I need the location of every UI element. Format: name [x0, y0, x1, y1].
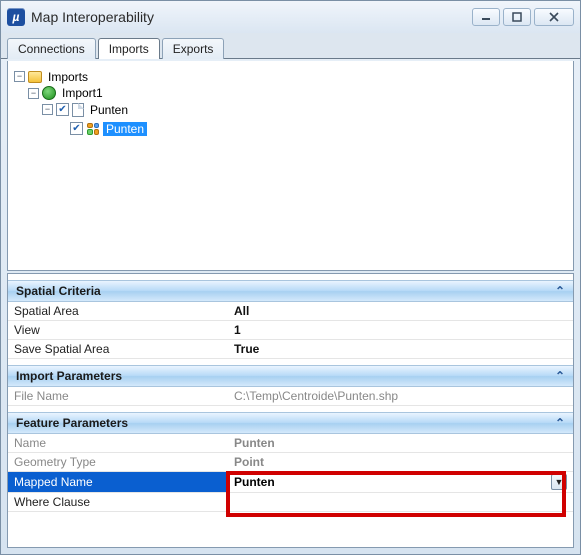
geometry-type-value: Point: [228, 453, 573, 472]
layer-checkbox[interactable]: [56, 103, 69, 116]
feature-name-value: Punten: [228, 434, 573, 453]
window-controls: [472, 8, 574, 26]
maximize-button[interactable]: [503, 8, 531, 26]
tree-layer[interactable]: − Punten: [42, 103, 131, 117]
panel-spatial-criteria-title: Spatial Criteria: [16, 284, 101, 298]
panel-spatial-criteria-header[interactable]: Spatial Criteria ⌃: [8, 280, 573, 302]
feature-params-table: Name Punten Geometry Type Point Mapped N…: [8, 434, 573, 512]
collapse-icon[interactable]: −: [28, 88, 39, 99]
row-save-spatial[interactable]: Save Spatial Area True: [8, 340, 573, 359]
tab-connections[interactable]: Connections: [7, 38, 96, 59]
feature-icon: [86, 122, 100, 136]
file-name-value: C:\Temp\Centroide\Punten.shp: [228, 387, 573, 406]
collapse-icon[interactable]: −: [14, 71, 25, 82]
mapped-name-value: Punten: [234, 475, 275, 489]
tree-sublayer[interactable]: Punten: [56, 122, 147, 136]
row-geometry-type[interactable]: Geometry Type Point: [8, 453, 573, 472]
row-feature-name[interactable]: Name Punten: [8, 434, 573, 453]
file-name-key: File Name: [8, 387, 228, 406]
mapped-name-dropdown-button[interactable]: ▼: [551, 474, 567, 490]
chevron-up-icon: ⌃: [555, 369, 565, 383]
row-where-clause[interactable]: Where Clause: [8, 493, 573, 512]
tree-sublayer-label: Punten: [103, 122, 147, 136]
page-icon: [72, 103, 84, 117]
tree-layer-label: Punten: [87, 103, 131, 117]
mapped-name-key: Mapped Name: [8, 472, 228, 493]
view-value[interactable]: 1: [228, 321, 573, 340]
row-mapped-name[interactable]: Mapped Name Punten ▼: [8, 472, 573, 493]
tab-exports[interactable]: Exports: [162, 38, 225, 59]
tree-panel: − Imports − Import1: [7, 61, 574, 271]
folder-icon: [28, 71, 42, 83]
tree-import1[interactable]: − Import1: [28, 86, 106, 100]
tree-root[interactable]: − Imports: [14, 70, 91, 84]
panel-import-params-header[interactable]: Import Parameters ⌃: [8, 365, 573, 387]
panel-feature-params-header[interactable]: Feature Parameters ⌃: [8, 412, 573, 434]
row-spatial-area[interactable]: Spatial Area All: [8, 302, 573, 321]
row-file-name[interactable]: File Name C:\Temp\Centroide\Punten.shp: [8, 387, 573, 406]
window-title: Map Interoperability: [31, 9, 472, 25]
collapse-icon[interactable]: −: [42, 104, 53, 115]
sublayer-checkbox[interactable]: [70, 122, 83, 135]
chevron-up-icon: ⌃: [555, 284, 565, 298]
close-icon: [548, 12, 560, 22]
maximize-icon: [512, 12, 522, 22]
title-bar: µ Map Interoperability: [1, 1, 580, 33]
chevron-down-icon: ▼: [555, 477, 564, 487]
app-icon: µ: [7, 8, 25, 26]
chevron-up-icon: ⌃: [555, 416, 565, 430]
minimize-button[interactable]: [472, 8, 500, 26]
where-clause-value[interactable]: [228, 493, 573, 512]
import-params-table: File Name C:\Temp\Centroide\Punten.shp: [8, 387, 573, 406]
imports-tree: − Imports − Import1: [14, 67, 567, 140]
import-icon: [42, 86, 56, 100]
tab-strip: Connections Imports Exports: [1, 33, 580, 59]
save-spatial-key: Save Spatial Area: [8, 340, 228, 359]
row-view[interactable]: View 1: [8, 321, 573, 340]
panel-import-params-title: Import Parameters: [16, 369, 122, 383]
main-window: µ Map Interoperability Connections Impor…: [0, 0, 581, 555]
tree-import1-label: Import1: [59, 86, 106, 100]
property-panels: Spatial Criteria ⌃ Spatial Area All View…: [7, 273, 574, 548]
tree-root-label: Imports: [45, 70, 91, 84]
geometry-type-key: Geometry Type: [8, 453, 228, 472]
tab-imports[interactable]: Imports: [98, 38, 160, 59]
where-clause-key: Where Clause: [8, 493, 228, 512]
spatial-criteria-table: Spatial Area All View 1 Save Spatial Are…: [8, 302, 573, 359]
minimize-icon: [481, 12, 491, 22]
view-key: View: [8, 321, 228, 340]
close-button[interactable]: [534, 8, 574, 26]
spatial-area-value[interactable]: All: [228, 302, 573, 321]
panel-feature-params-title: Feature Parameters: [16, 416, 128, 430]
mapped-name-cell[interactable]: Punten ▼: [228, 472, 573, 493]
save-spatial-value[interactable]: True: [228, 340, 573, 359]
feature-name-key: Name: [8, 434, 228, 453]
spatial-area-key: Spatial Area: [8, 302, 228, 321]
